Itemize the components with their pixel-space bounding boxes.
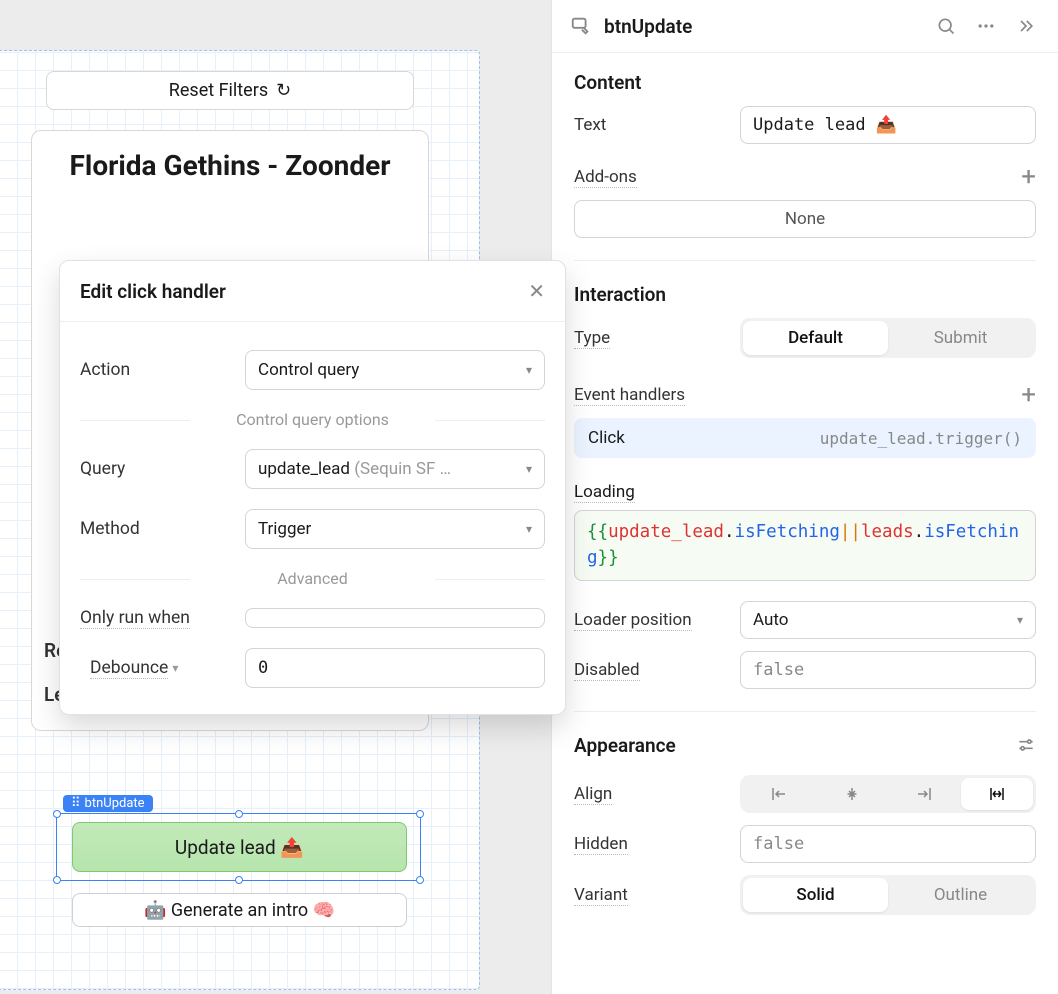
add-addon-button[interactable]: + bbox=[1021, 162, 1036, 192]
align-center[interactable] bbox=[816, 778, 889, 810]
query-value: update_lead bbox=[258, 459, 350, 479]
reset-filters-button[interactable]: Reset Filters ↻ bbox=[46, 71, 414, 110]
variant-segmented: Solid Outline bbox=[740, 875, 1036, 915]
generate-intro-label: 🤖 Generate an intro 🧠 bbox=[144, 900, 335, 921]
event-code: update_lead.trigger() bbox=[820, 429, 1022, 448]
expand-icon[interactable] bbox=[1012, 12, 1040, 40]
query-label: Query bbox=[80, 459, 245, 479]
variant-outline[interactable]: Outline bbox=[888, 878, 1033, 912]
inspector-body: Content Text Update lead 📤 Add-ons + Non… bbox=[552, 53, 1058, 945]
modal-body: Action Control query ▾ Control query opt… bbox=[60, 321, 565, 714]
lead-title: Florida Gethins - Zoonder bbox=[44, 149, 416, 183]
align-stretch[interactable] bbox=[961, 778, 1034, 810]
refresh-icon: ↻ bbox=[276, 80, 291, 101]
loading-label: Loading bbox=[574, 482, 635, 503]
resize-handle[interactable] bbox=[235, 876, 243, 884]
method-value: Trigger bbox=[258, 519, 311, 539]
sliders-icon[interactable] bbox=[1016, 735, 1036, 755]
more-icon[interactable] bbox=[972, 12, 1000, 40]
query-hint: (Sequin SF … bbox=[354, 459, 451, 479]
type-segmented: Default Submit bbox=[740, 318, 1036, 358]
align-label: Align bbox=[574, 784, 612, 805]
section-interaction: Interaction bbox=[574, 283, 1036, 306]
text-input[interactable]: Update lead 📤 bbox=[740, 106, 1036, 144]
addons-label: Add-ons bbox=[574, 167, 637, 188]
align-right[interactable] bbox=[888, 778, 961, 810]
inspector-header: btnUpdate bbox=[552, 0, 1058, 53]
method-select[interactable]: Trigger ▾ bbox=[245, 509, 545, 549]
action-value: Control query bbox=[258, 360, 359, 380]
component-icon bbox=[570, 15, 592, 37]
chevron-down-icon: ▾ bbox=[172, 661, 178, 675]
close-icon[interactable]: ✕ bbox=[528, 279, 545, 303]
type-option-submit[interactable]: Submit bbox=[888, 321, 1033, 355]
event-name: Click bbox=[588, 428, 625, 448]
chevron-down-icon: ▾ bbox=[526, 522, 532, 536]
type-option-default[interactable]: Default bbox=[743, 321, 888, 355]
hidden-label: Hidden bbox=[574, 834, 628, 855]
disabled-label: Disabled bbox=[574, 660, 640, 681]
modal-header: Edit click handler ✕ bbox=[60, 261, 565, 321]
advanced-heading: Advanced bbox=[80, 569, 545, 588]
addons-none[interactable]: None bbox=[574, 200, 1036, 238]
resize-handle[interactable] bbox=[53, 876, 61, 884]
disabled-input[interactable]: false bbox=[740, 651, 1036, 689]
only-run-when-label: Only run when bbox=[80, 608, 190, 629]
add-event-handler-button[interactable]: + bbox=[1021, 380, 1036, 410]
chevron-down-icon: ▾ bbox=[1017, 613, 1023, 627]
modal-title: Edit click handler bbox=[80, 280, 226, 303]
query-select[interactable]: update_lead (Sequin SF … ▾ bbox=[245, 449, 545, 489]
event-handler-row[interactable]: Click update_lead.trigger() bbox=[574, 418, 1036, 458]
align-segmented bbox=[740, 775, 1036, 813]
hidden-input[interactable]: false bbox=[740, 825, 1036, 863]
inspector-panel: btnUpdate Content Text Update lead 📤 Add… bbox=[551, 0, 1058, 994]
debounce-label[interactable]: Debounce ▾ bbox=[90, 658, 245, 679]
edit-click-handler-modal: Edit click handler ✕ Action Control quer… bbox=[59, 260, 566, 715]
action-select[interactable]: Control query ▾ bbox=[245, 350, 545, 390]
only-run-when-input[interactable] bbox=[245, 608, 545, 628]
reset-filters-label: Reset Filters bbox=[169, 80, 268, 101]
loader-position-label: Loader position bbox=[574, 610, 692, 631]
event-handlers-label: Event handlers bbox=[574, 385, 685, 406]
selection-tag-label: btnUpdate bbox=[85, 796, 145, 811]
section-appearance: Appearance bbox=[574, 734, 676, 757]
action-label: Action bbox=[80, 360, 245, 380]
debounce-input[interactable]: 0 bbox=[245, 648, 545, 688]
grip-icon: ⠿ bbox=[71, 796, 81, 811]
text-label: Text bbox=[574, 115, 724, 135]
resize-handle[interactable] bbox=[53, 810, 61, 818]
control-query-options-heading: Control query options bbox=[80, 410, 545, 429]
section-content: Content bbox=[574, 71, 1036, 94]
resize-handle[interactable] bbox=[235, 810, 243, 818]
selection-tag[interactable]: ⠿ btnUpdate bbox=[63, 795, 153, 812]
chevron-down-icon: ▾ bbox=[526, 462, 532, 476]
loading-input[interactable]: {{update_lead.isFetching||leads.isFetchi… bbox=[574, 510, 1036, 581]
loader-position-select[interactable]: Auto ▾ bbox=[740, 601, 1036, 639]
chevron-down-icon: ▾ bbox=[526, 363, 532, 377]
search-icon[interactable] bbox=[932, 12, 960, 40]
method-label: Method bbox=[80, 519, 245, 539]
type-label: Type bbox=[574, 328, 610, 349]
resize-handle[interactable] bbox=[416, 810, 424, 818]
variant-label: Variant bbox=[574, 885, 628, 906]
component-name: btnUpdate bbox=[604, 15, 920, 38]
variant-solid[interactable]: Solid bbox=[743, 878, 888, 912]
generate-intro-button[interactable]: 🤖 Generate an intro 🧠 bbox=[72, 893, 407, 927]
align-left[interactable] bbox=[743, 778, 816, 810]
resize-handle[interactable] bbox=[416, 876, 424, 884]
selection-outline bbox=[56, 813, 421, 881]
